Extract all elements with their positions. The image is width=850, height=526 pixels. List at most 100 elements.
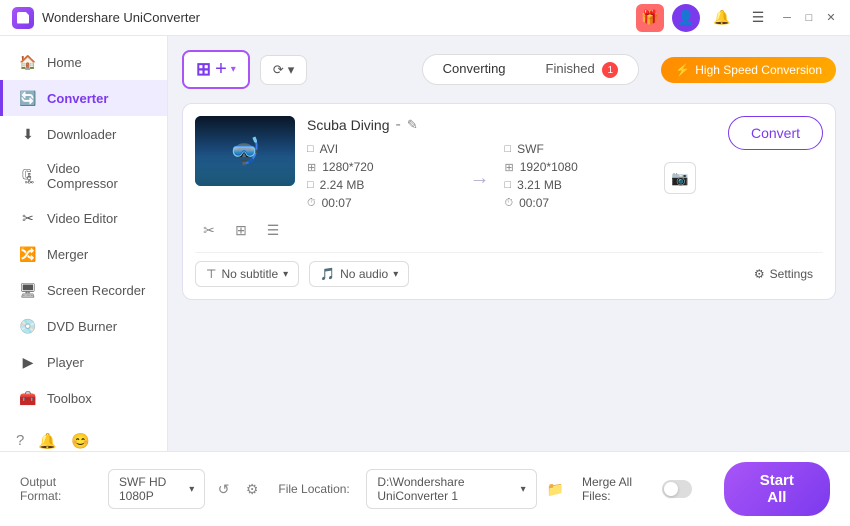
- merger-icon: 🔀: [19, 245, 37, 263]
- downloader-icon: ⬇: [19, 125, 37, 143]
- format-info: □ AVI ⊞ 1280*720 □ 2.24 MB: [307, 142, 708, 214]
- add-file-button[interactable]: ⊞ + ▾: [182, 50, 250, 89]
- source-duration: 00:07: [322, 196, 352, 210]
- content-area: ⊞ + ▾ ⟳ ▾ Converting Finished 1 ⚡ High S…: [168, 36, 850, 451]
- location-chevron: ▾: [521, 484, 526, 495]
- target-duration: 00:07: [519, 196, 549, 210]
- tab-converting[interactable]: Converting: [423, 55, 526, 85]
- sidebar-label-converter: Converter: [47, 91, 108, 106]
- list-icon[interactable]: ☰: [259, 216, 287, 244]
- target-size-row: □ 3.21 MB: [504, 178, 651, 192]
- sidebar-item-video-editor[interactable]: ✂ Video Editor: [0, 200, 167, 236]
- sidebar-item-merger[interactable]: 🔀 Merger: [0, 236, 167, 272]
- edit-name-icon[interactable]: ✎: [407, 117, 418, 133]
- target-resolution-row: ⊞ 1920*1080: [504, 160, 651, 174]
- app-title: Wondershare UniConverter: [42, 10, 636, 25]
- convert-from-button[interactable]: ⟳ ▾: [260, 55, 307, 85]
- sidebar-item-downloader[interactable]: ⬇ Downloader: [0, 116, 167, 152]
- tab-group: Converting Finished 1: [422, 54, 640, 86]
- sidebar-label-home: Home: [47, 55, 82, 70]
- toggle-knob: [664, 482, 678, 496]
- subtitle-selector[interactable]: ⊤ No subtitle ▾: [195, 261, 299, 287]
- folder-icon[interactable]: 📁: [545, 476, 566, 502]
- home-icon: 🏠: [19, 53, 37, 71]
- file-thumbnail: 🤿: [195, 116, 295, 186]
- target-format-label: SWF: [517, 142, 544, 156]
- titlebar: Wondershare UniConverter 🎁 👤 🔔 ☰ ─ □ ✕: [0, 0, 850, 36]
- target-resolution-icon: ⊞: [504, 161, 513, 174]
- target-format-file-icon: □: [504, 143, 511, 155]
- tab-finished[interactable]: Finished 1: [526, 55, 639, 85]
- snapshot-icon[interactable]: 📷: [664, 162, 696, 194]
- menu-icon[interactable]: ☰: [744, 4, 772, 32]
- sidebar-item-video-compressor[interactable]: 🗜 Video Compressor: [0, 152, 167, 200]
- source-resolution-row: ⊞ 1280*720: [307, 160, 454, 174]
- bell-icon[interactable]: 🔔: [708, 4, 736, 32]
- convert-button[interactable]: Convert: [728, 116, 823, 150]
- source-size: 2.24 MB: [320, 178, 365, 192]
- file-location-field: File Location: D:\Wondershare UniConvert…: [278, 469, 566, 509]
- source-size-row: □ 2.24 MB: [307, 178, 454, 192]
- main-layout: 🏠 Home 🔄 Converter ⬇ Downloader 🗜 Video …: [0, 36, 850, 451]
- compressor-icon: 🗜: [19, 167, 37, 185]
- merge-toggle-switch[interactable]: [662, 480, 692, 498]
- file-card-top: 🤿 Scuba Diving - ✎ □: [195, 116, 823, 214]
- sidebar: 🏠 Home 🔄 Converter ⬇ Downloader 🗜 Video …: [0, 36, 168, 451]
- add-btn-text: +: [215, 58, 227, 81]
- sidebar-item-screen-recorder[interactable]: 🖥 Screen Recorder: [0, 272, 167, 308]
- target-resolution: 1920*1080: [520, 160, 578, 174]
- sidebar-label-screen-recorder: Screen Recorder: [47, 283, 145, 298]
- start-all-button[interactable]: Start All: [724, 462, 830, 516]
- settings-label: Settings: [770, 267, 813, 281]
- sidebar-item-toolbox[interactable]: 🧰 Toolbox: [0, 380, 167, 416]
- settings-icon[interactable]: ⚙: [242, 476, 263, 502]
- audio-icon: 🎵: [320, 267, 335, 281]
- target-format-type: □ SWF: [504, 142, 651, 156]
- audio-selector[interactable]: 🎵 No audio ▾: [309, 261, 409, 287]
- add-btn-chevron: ▾: [231, 64, 236, 75]
- settings-button[interactable]: ⚙ Settings: [744, 262, 823, 286]
- card-bottom: ⊤ No subtitle ▾ 🎵 No audio ▾ ⚙ Settings: [195, 252, 823, 287]
- dvd-burner-icon: 💿: [19, 317, 37, 335]
- refresh-icon[interactable]: ↺: [213, 476, 234, 502]
- audio-label: No audio: [340, 267, 388, 281]
- merge-all-files: Merge All Files:: [582, 475, 692, 503]
- output-format-label: Output Format:: [20, 475, 100, 503]
- settings-gear-icon: ⚙: [754, 267, 765, 281]
- minimize-button[interactable]: ─: [780, 11, 794, 25]
- output-format-dropdown[interactable]: SWF HD 1080P ▾: [108, 469, 205, 509]
- subtitle-label: No subtitle: [221, 267, 278, 281]
- output-format-field: Output Format: SWF HD 1080P ▾ ↺ ⚙: [20, 469, 262, 509]
- file-location-dropdown[interactable]: D:\Wondershare UniConverter 1 ▾: [366, 469, 536, 509]
- screen-recorder-icon: 🖥: [19, 281, 37, 299]
- target-size: 3.21 MB: [517, 178, 562, 192]
- sidebar-item-dvd-burner[interactable]: 💿 DVD Burner: [0, 308, 167, 344]
- file-info: Scuba Diving - ✎ □ AVI ⊞: [307, 116, 708, 214]
- high-speed-btn[interactable]: ⚡ High Speed Conversion: [661, 57, 836, 83]
- sidebar-item-player[interactable]: ▶ Player: [0, 344, 167, 380]
- file-location-label: File Location:: [278, 482, 358, 496]
- notification-icon[interactable]: 🔔: [38, 432, 57, 450]
- help-icon[interactable]: ?: [16, 432, 24, 450]
- feedback-icon[interactable]: 😊: [71, 432, 90, 450]
- gift-icon[interactable]: 🎁: [636, 4, 664, 32]
- sidebar-label-compressor: Video Compressor: [47, 161, 151, 191]
- sidebar-label-merger: Merger: [47, 247, 88, 262]
- close-button[interactable]: ✕: [824, 11, 838, 25]
- sidebar-item-home[interactable]: 🏠 Home: [0, 44, 167, 80]
- layout-icon[interactable]: ⊞: [227, 216, 255, 244]
- cut-icon[interactable]: ✂: [195, 216, 223, 244]
- source-format-type: □ AVI: [307, 142, 454, 156]
- merge-label: Merge All Files:: [582, 475, 654, 503]
- app-logo: [12, 7, 34, 29]
- target-duration-row: ⏱ 00:07: [504, 196, 651, 210]
- sidebar-label-toolbox: Toolbox: [47, 391, 92, 406]
- target-duration-icon: ⏱: [504, 197, 513, 210]
- maximize-button[interactable]: □: [802, 11, 816, 25]
- user-icon[interactable]: 👤: [672, 4, 700, 32]
- file-location-row: D:\Wondershare UniConverter 1 ▾ 📁: [366, 469, 566, 509]
- subtitle-chevron: ▾: [283, 269, 288, 280]
- sidebar-item-converter[interactable]: 🔄 Converter: [0, 80, 167, 116]
- source-duration-row: ⏱ 00:07: [307, 196, 454, 210]
- arrow-right-icon: →: [469, 167, 489, 190]
